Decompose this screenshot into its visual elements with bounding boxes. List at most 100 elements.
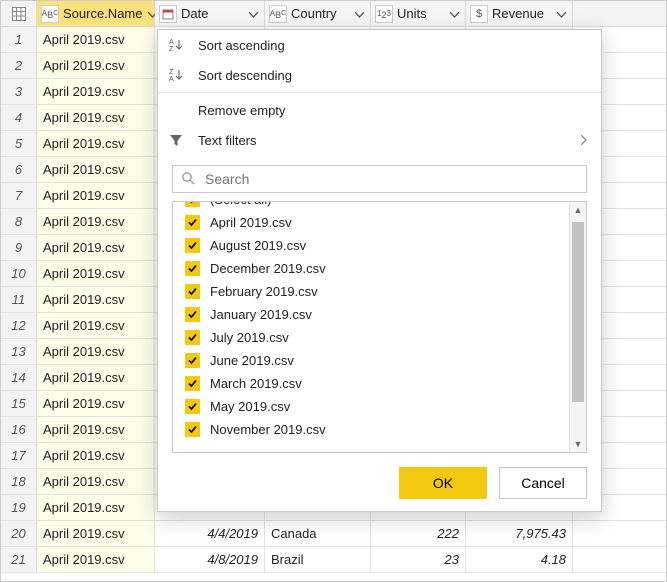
filter-item[interactable]: August 2019.csv [173, 234, 586, 257]
row-number[interactable]: 6 [1, 157, 37, 182]
row-number[interactable]: 12 [1, 313, 37, 338]
row-number[interactable]: 10 [1, 261, 37, 286]
row-number[interactable]: 8 [1, 209, 37, 234]
cell-source[interactable]: April 2019.csv [37, 209, 155, 234]
row-number[interactable]: 13 [1, 339, 37, 364]
filter-item[interactable]: March 2019.csv [173, 372, 586, 395]
cell-date[interactable]: 4/8/2019 [155, 547, 265, 572]
row-number[interactable]: 16 [1, 417, 37, 442]
cell-source[interactable]: April 2019.csv [37, 495, 155, 520]
text-type-icon: ABC [269, 5, 287, 23]
cell-source[interactable]: April 2019.csv [37, 287, 155, 312]
column-country[interactable]: ABC Country [265, 1, 371, 26]
cell-source[interactable]: April 2019.csv [37, 235, 155, 260]
filter-item-label: January 2019.csv [210, 307, 312, 322]
filter-item[interactable]: December 2019.csv [173, 257, 586, 280]
cell-source[interactable]: April 2019.csv [37, 183, 155, 208]
cell-source[interactable]: April 2019.csv [37, 521, 155, 546]
scroll-up[interactable]: ▲ [570, 202, 586, 218]
filter-item[interactable]: (Select all) [173, 201, 586, 211]
checkbox-checked-icon[interactable] [185, 201, 200, 207]
row-number[interactable]: 4 [1, 105, 37, 130]
filter-item[interactable]: November 2019.csv [173, 418, 586, 441]
chevron-down-icon[interactable] [448, 6, 461, 21]
ok-button[interactable]: OK [399, 467, 487, 499]
cell-source[interactable]: April 2019.csv [37, 443, 155, 468]
row-number[interactable]: 19 [1, 495, 37, 520]
scroll-down[interactable]: ▼ [570, 436, 586, 452]
filter-item[interactable]: June 2019.csv [173, 349, 586, 372]
cell-source[interactable]: April 2019.csv [37, 105, 155, 130]
cell-source[interactable]: April 2019.csv [37, 157, 155, 182]
checkbox-checked-icon[interactable] [185, 307, 200, 322]
cell-revenue[interactable]: 7,975.43 [466, 521, 573, 546]
checkbox-checked-icon[interactable] [185, 376, 200, 391]
row-number[interactable]: 20 [1, 521, 37, 546]
cell-source[interactable]: April 2019.csv [37, 365, 155, 390]
row-number[interactable]: 14 [1, 365, 37, 390]
checkbox-checked-icon[interactable] [185, 353, 200, 368]
filter-item[interactable]: April 2019.csv [173, 211, 586, 234]
scrollbar[interactable]: ▲ ▼ [569, 202, 586, 452]
checkbox-checked-icon[interactable] [185, 330, 200, 345]
checkbox-checked-icon[interactable] [185, 215, 200, 230]
cell-units[interactable]: 222 [371, 521, 466, 546]
cell-source[interactable]: April 2019.csv [37, 469, 155, 494]
row-number[interactable]: 21 [1, 547, 37, 572]
table-row[interactable]: 20April 2019.csv4/4/2019Canada2227,975.4… [1, 521, 666, 547]
cell-source[interactable]: April 2019.csv [37, 547, 155, 572]
cell-source[interactable]: April 2019.csv [37, 27, 155, 52]
checkbox-checked-icon[interactable] [185, 238, 200, 253]
cell-source[interactable]: April 2019.csv [37, 417, 155, 442]
cell-source[interactable]: April 2019.csv [37, 391, 155, 416]
cell-country[interactable]: Canada [265, 521, 371, 546]
cell-revenue[interactable]: 4.18 [466, 547, 573, 572]
filter-item[interactable]: February 2019.csv [173, 280, 586, 303]
cell-source[interactable]: April 2019.csv [37, 79, 155, 104]
cell-source[interactable]: April 2019.csv [37, 131, 155, 156]
row-number[interactable]: 17 [1, 443, 37, 468]
cancel-button[interactable]: Cancel [499, 467, 587, 499]
column-units[interactable]: 123 Units [371, 1, 466, 26]
row-number[interactable]: 1 [1, 27, 37, 52]
table-row[interactable]: 21April 2019.csv4/8/2019Brazil234.18 [1, 547, 666, 573]
checkbox-checked-icon[interactable] [185, 284, 200, 299]
chevron-down-icon[interactable] [555, 6, 568, 21]
chevron-down-icon[interactable] [247, 6, 260, 21]
remove-empty[interactable]: Remove empty [158, 95, 601, 125]
column-source-name[interactable]: ABC Source.Name [37, 1, 155, 26]
row-number[interactable]: 11 [1, 287, 37, 312]
column-date[interactable]: Date [155, 1, 265, 26]
cell-source[interactable]: April 2019.csv [37, 53, 155, 78]
filter-search[interactable] [172, 165, 587, 193]
row-number[interactable]: 9 [1, 235, 37, 260]
row-number[interactable]: 18 [1, 469, 37, 494]
filter-item-label: August 2019.csv [210, 238, 306, 253]
row-number[interactable]: 15 [1, 391, 37, 416]
filter-item[interactable]: May 2019.csv [173, 395, 586, 418]
row-number[interactable]: 2 [1, 53, 37, 78]
menu-label: Remove empty [198, 103, 285, 118]
checkbox-checked-icon[interactable] [185, 261, 200, 276]
filter-item[interactable]: January 2019.csv [173, 303, 586, 326]
search-input[interactable] [203, 170, 578, 188]
row-number[interactable]: 5 [1, 131, 37, 156]
checkbox-checked-icon[interactable] [185, 422, 200, 437]
column-revenue[interactable]: $ Revenue [466, 1, 573, 26]
cell-date[interactable]: 4/4/2019 [155, 521, 265, 546]
cell-source[interactable]: April 2019.csv [37, 339, 155, 364]
checkbox-checked-icon[interactable] [185, 399, 200, 414]
row-number[interactable]: 3 [1, 79, 37, 104]
text-filters[interactable]: Text filters [158, 125, 601, 155]
chevron-down-icon[interactable] [353, 6, 366, 21]
cell-source[interactable]: April 2019.csv [37, 313, 155, 338]
cell-source[interactable]: April 2019.csv [37, 261, 155, 286]
scroll-thumb[interactable] [572, 222, 584, 402]
cell-units[interactable]: 23 [371, 547, 466, 572]
row-number[interactable]: 7 [1, 183, 37, 208]
filter-item[interactable]: July 2019.csv [173, 326, 586, 349]
sort-ascending[interactable]: AZ Sort ascending [158, 30, 601, 60]
cell-country[interactable]: Brazil [265, 547, 371, 572]
sort-descending[interactable]: ZA Sort descending [158, 60, 601, 90]
table-corner[interactable] [1, 1, 37, 26]
